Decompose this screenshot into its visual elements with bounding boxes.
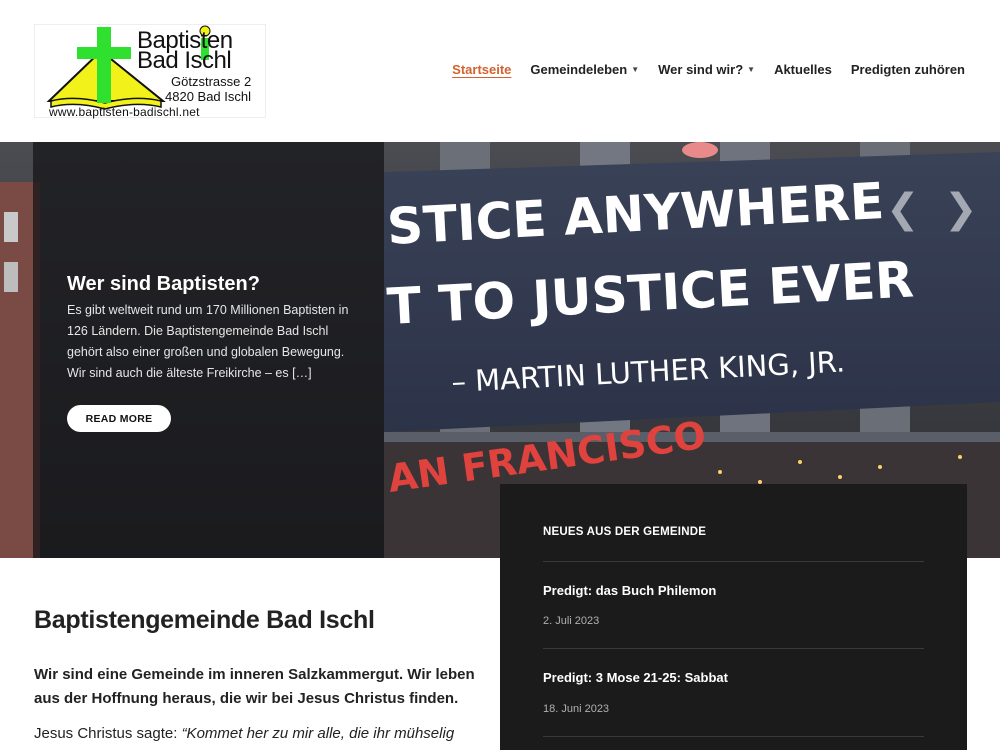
nav-item-aktuelles[interactable]: Aktuelles <box>774 62 832 77</box>
news-divider <box>543 648 924 649</box>
news-heading: NEUES AUS DER GEMEINDE <box>543 526 707 538</box>
nav-item-gemeindeleben[interactable]: Gemeindeleben ▼ <box>530 62 639 77</box>
quote-text: Jesus Christus sagte: “Kommet her zu mir… <box>34 722 504 746</box>
site-header: Baptisten Bad Ischl Götzstrasse 2 4820 B… <box>0 0 1000 142</box>
nav-item-label: Gemeindeleben <box>530 62 628 77</box>
intro-text: Wir sind eine Gemeinde im inneren Salzka… <box>34 666 475 707</box>
nav-item-label: Aktuelles <box>774 62 832 77</box>
logo-address-street: Götzstrasse 2 <box>171 74 252 89</box>
logo-url: www.baptisten-badischl.net <box>49 105 200 119</box>
main-navigation: Startseite Gemeindeleben ▼ Wer sind wir?… <box>452 62 965 77</box>
hero-title: Wer sind Baptisten? <box>67 273 260 295</box>
chevron-down-icon: ▼ <box>747 65 756 74</box>
news-item-title[interactable]: Predigt: 3 Mose 21-25: Sabbat <box>543 670 728 685</box>
hero-excerpt: Es gibt weltweit rund um 170 Millionen B… <box>67 303 349 380</box>
site-logo[interactable]: Baptisten Bad Ischl Götzstrasse 2 4820 B… <box>34 24 266 119</box>
logo-address-city: 4820 Bad Ischl <box>165 89 252 104</box>
news-item-date: 18. Juni 2023 <box>543 703 610 715</box>
news-widget: NEUES AUS DER GEMEINDE Predigt: das Buch… <box>500 484 967 750</box>
chevron-left-icon[interactable]: ❮ <box>886 186 920 232</box>
nav-item-wer-sind-wir[interactable]: Wer sind wir? ▼ <box>658 62 755 77</box>
nav-item-label: Predigten zuhören <box>850 62 965 77</box>
quote-prefix: Jesus Christus sagte: <box>34 725 182 742</box>
nav-item-label: Startseite <box>452 62 512 77</box>
quote-italic: “Kommet her zu mir alle, die ihr mühseli… <box>181 725 455 742</box>
logo-title-line2: Bad Ischl <box>137 47 232 74</box>
page-title: Baptistengemeinde Bad Ischl <box>34 606 375 634</box>
nav-item-label: Wer sind wir? <box>658 62 744 77</box>
news-item-date: 2. Juli 2023 <box>543 615 600 627</box>
chevron-right-icon[interactable]: ❯ <box>944 186 978 232</box>
news-divider <box>543 561 924 562</box>
nav-item-predigten-zuhoeren[interactable]: Predigten zuhören <box>851 62 965 77</box>
chevron-down-icon: ▼ <box>631 65 640 74</box>
read-more-button[interactable]: READ MORE <box>67 405 171 432</box>
nav-item-startseite[interactable]: Startseite <box>452 62 511 77</box>
news-item-title[interactable]: Predigt: das Buch Philemon <box>543 583 716 598</box>
news-divider <box>543 736 924 737</box>
